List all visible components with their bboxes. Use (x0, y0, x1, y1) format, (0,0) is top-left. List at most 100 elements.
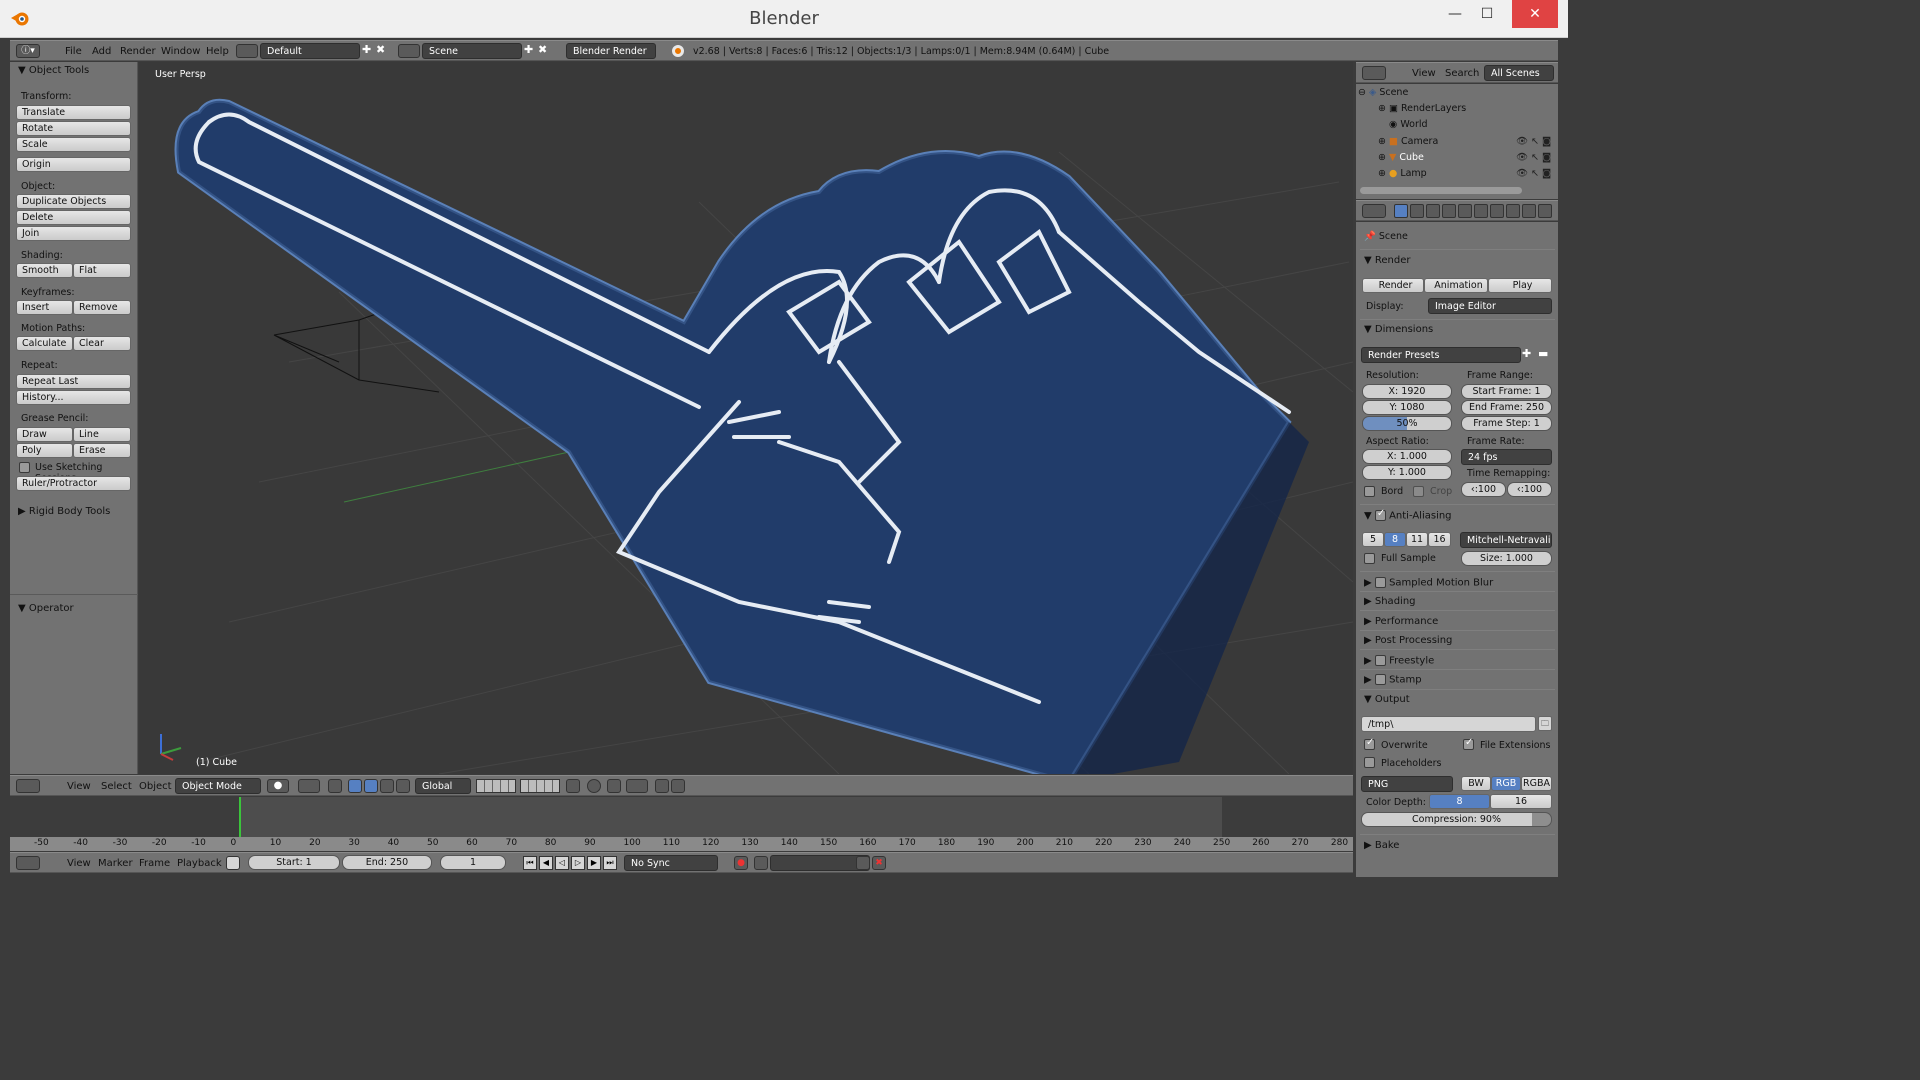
render-layers-tab-icon[interactable] (1410, 204, 1424, 218)
erase-button[interactable]: Erase (73, 443, 131, 458)
clear-button[interactable]: Clear (73, 336, 131, 351)
outliner-item-renderlayers[interactable]: ⊕ ▣ RenderLayers (1378, 103, 1466, 114)
interaction-mode-select[interactable]: Object Mode (175, 778, 261, 794)
overwrite-checkbox[interactable] (1364, 737, 1375, 750)
play-button[interactable]: Play (1488, 278, 1552, 293)
shading-panel-header[interactable]: ▶ Shading (1364, 596, 1416, 607)
screen-layout-icon[interactable] (236, 44, 258, 58)
rotate-manipulator-icon[interactable] (364, 779, 378, 793)
border-checkbox[interactable] (1364, 486, 1375, 497)
menu-file[interactable]: File (65, 46, 82, 57)
remap-old-field[interactable]: ‹:100 (1461, 482, 1506, 497)
timeline-editor-icon[interactable] (16, 856, 40, 870)
frame-rate-select[interactable]: 24 fps (1461, 449, 1552, 465)
output-path-input[interactable]: /tmp\ (1361, 716, 1536, 732)
jump-end-icon[interactable]: ⏭ (603, 856, 617, 870)
aa-samples-5[interactable]: 5 (1362, 532, 1384, 547)
measure-manipulator-icon[interactable] (396, 779, 410, 793)
menu-object[interactable]: Object (139, 781, 172, 792)
menu-select[interactable]: Select (101, 781, 132, 792)
proportional-edit-icon[interactable] (587, 779, 601, 793)
smooth-button[interactable]: Smooth (16, 263, 73, 278)
draw-button[interactable]: Draw (16, 427, 73, 442)
material-tab-icon[interactable] (1522, 204, 1536, 218)
aspect-x-field[interactable]: X: 1.000 (1362, 449, 1452, 464)
transform-orientation-select[interactable]: Global (415, 778, 471, 794)
origin-button[interactable]: Origin (16, 157, 131, 172)
snap-toggle-icon[interactable] (607, 779, 621, 793)
performance-panel-header[interactable]: ▶ Performance (1364, 616, 1438, 627)
outliner-display-mode-select[interactable]: All Scenes (1484, 65, 1554, 81)
render-panel-header[interactable]: ▼ Render (1364, 255, 1410, 266)
menu-outliner-view[interactable]: View (1412, 68, 1436, 79)
object-tools-header[interactable]: ▼ Object Tools (18, 65, 89, 76)
preview-range-icon[interactable] (226, 856, 240, 870)
insert-keyframe-icon[interactable] (856, 856, 870, 870)
freestyle-checkbox[interactable] (1374, 655, 1386, 666)
stamp-checkbox[interactable] (1374, 674, 1386, 685)
next-keyframe-icon[interactable]: ▶ (587, 856, 601, 870)
maximize-button[interactable]: ☐ (1470, 0, 1504, 28)
end-frame-field[interactable]: End: 250 (342, 855, 432, 870)
bake-panel-header[interactable]: ▶ Bake (1364, 840, 1399, 851)
prev-keyframe-icon[interactable]: ◀ (539, 856, 553, 870)
delete-keyframe-icon[interactable]: ✖ (872, 856, 886, 870)
delete-layout-icon[interactable]: ✖ (376, 44, 388, 57)
aa-samples-16[interactable]: 16 (1428, 532, 1451, 547)
scale-manipulator-icon[interactable] (380, 779, 394, 793)
lamp-visibility-icon[interactable]: 👁 ↖ ◙ (1516, 168, 1551, 179)
world-tab-icon[interactable] (1442, 204, 1456, 218)
close-window-button[interactable]: ✕ (1512, 0, 1558, 28)
add-layout-icon[interactable]: ✚ (362, 44, 374, 57)
file-format-select[interactable]: PNG (1361, 776, 1453, 792)
render-animation-opengl-icon[interactable] (671, 779, 685, 793)
line-button[interactable]: Line (73, 427, 131, 442)
dimensions-panel-header[interactable]: ▼ Dimensions (1364, 324, 1433, 335)
render-button[interactable]: Render (1362, 278, 1424, 293)
compression-slider[interactable]: Compression: 90% (1361, 812, 1552, 827)
folder-browse-icon[interactable]: 🗀 (1538, 716, 1552, 731)
3d-view-editor-icon[interactable] (16, 779, 40, 793)
render-presets-select[interactable]: Render Presets (1361, 347, 1521, 363)
translate-manipulator-icon[interactable] (348, 779, 362, 793)
menu-outliner-search[interactable]: Search (1445, 68, 1479, 79)
operator-header[interactable]: ▼ Operator (18, 603, 74, 614)
menu-window[interactable]: Window (161, 46, 200, 57)
aa-filter-select[interactable]: Mitchell-Netravali (1460, 532, 1552, 548)
add-preset-icon[interactable]: ✚ (1522, 347, 1536, 362)
layers-grid-1-icon[interactable] (476, 779, 516, 793)
motion-blur-header[interactable]: ▶ Sampled Motion Blur (1364, 577, 1493, 589)
color-bw-button[interactable]: BW (1461, 776, 1491, 791)
animation-button[interactable]: Animation (1424, 278, 1488, 293)
start-frame-property[interactable]: Start Frame: 1 (1461, 384, 1552, 399)
output-panel-header[interactable]: ▼ Output (1364, 694, 1410, 705)
rigid-body-tools-header[interactable]: ▶ Rigid Body Tools (18, 506, 110, 517)
history-button[interactable]: History... (16, 390, 131, 405)
outliner-scrollbar[interactable] (1360, 187, 1522, 194)
insert-keyframe-button[interactable]: Insert (16, 300, 73, 315)
poly-button[interactable]: Poly (16, 443, 73, 458)
file-extensions-checkbox[interactable] (1463, 737, 1474, 750)
end-frame-property[interactable]: End Frame: 250 (1461, 400, 1552, 415)
menu-view[interactable]: View (67, 781, 91, 792)
current-frame-field[interactable]: 1 (440, 855, 506, 870)
sync-mode-select[interactable]: No Sync (624, 855, 718, 871)
object-tab-icon[interactable] (1458, 204, 1472, 218)
rotate-button[interactable]: Rotate (16, 121, 131, 136)
aspect-y-field[interactable]: Y: 1.000 (1362, 465, 1452, 480)
aa-size-field[interactable]: Size: 1.000 (1461, 551, 1552, 566)
ruler-protractor-button[interactable]: Ruler/Protractor (16, 476, 131, 491)
menu-add[interactable]: Add (92, 46, 111, 57)
remap-new-field[interactable]: ‹:100 (1507, 482, 1552, 497)
flat-button[interactable]: Flat (73, 263, 131, 278)
outliner-item-scene[interactable]: ⊖ ◈ Scene (1358, 87, 1408, 98)
color-depth-16-button[interactable]: 16 (1490, 794, 1552, 809)
current-frame-marker[interactable] (239, 797, 241, 837)
translate-button[interactable]: Translate (16, 105, 131, 120)
manipulator-toggle-icon[interactable] (328, 779, 342, 793)
crop-checkbox[interactable] (1413, 486, 1424, 497)
color-rgba-button[interactable]: RGBA (1521, 776, 1552, 791)
outliner-editor-icon[interactable] (1362, 66, 1386, 80)
aa-samples-11[interactable]: 11 (1406, 532, 1428, 547)
sketching-sessions-checkbox[interactable] (19, 462, 30, 473)
